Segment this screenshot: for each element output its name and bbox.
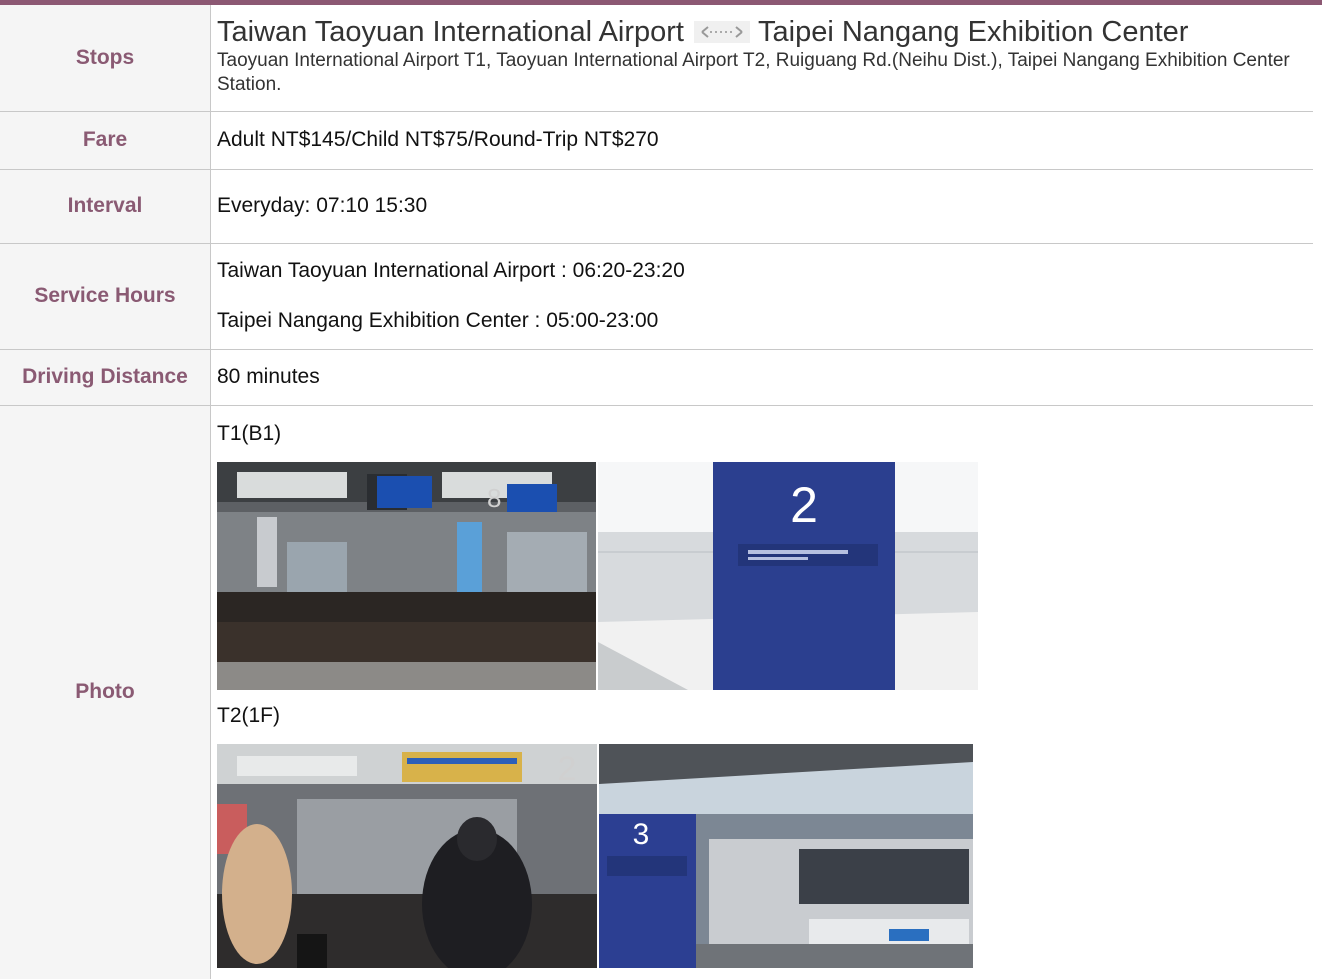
platform-sign-number: 2 <box>790 477 818 533</box>
service-hours-airport: Taiwan Taoyuan International Airport : 0… <box>217 259 685 282</box>
counter-sign-number: 2 <box>558 750 577 788</box>
label-interval: Interval <box>0 169 211 243</box>
row-service-hours: Service Hours Taiwan Taoyuan Internation… <box>0 243 1313 349</box>
label-fare: Fare <box>0 111 211 169</box>
value-photo: T1(B1) 7 8 <box>211 405 1314 979</box>
photo-t2-bus: 3 <box>599 743 973 968</box>
route-origin: Taiwan Taoyuan International Airport <box>217 15 684 48</box>
label-photo: Photo <box>0 405 211 979</box>
service-hours-nangang: Taipei Nangang Exhibition Center : 05:00… <box>217 309 659 332</box>
photo-t2-counter: 2 <box>217 743 597 968</box>
label-driving-distance: Driving Distance <box>0 349 211 405</box>
bus-platform-number: 3 <box>633 818 650 851</box>
value-service-hours: Taiwan Taoyuan International Airport : 0… <box>211 243 1314 349</box>
stops-list: Taoyuan International Airport T1, Taoyua… <box>217 49 1290 95</box>
value-stops: Taiwan Taoyuan International Airport Tai… <box>211 5 1314 111</box>
photo-row-t2: 2 3 <box>217 743 1313 968</box>
row-driving-distance: Driving Distance 80 minutes <box>0 349 1313 405</box>
route-destination: Taipei Nangang Exhibition Center <box>758 15 1189 48</box>
caption-t2: T2(1F) <box>217 703 280 727</box>
row-photo: Photo T1(B1) 7 8 <box>0 405 1313 979</box>
route-title: Taiwan Taoyuan International Airport Tai… <box>217 15 1313 49</box>
photo-t1-counter: 7 8 <box>217 461 596 690</box>
photo-row-t1: 7 8 <box>217 461 1313 690</box>
caption-t1: T1(B1) <box>217 421 282 445</box>
value-driving-distance: 80 minutes <box>217 365 320 388</box>
page: Stops Taiwan Taoyuan International Airpo… <box>0 0 1322 979</box>
value-fare: Adult NT$145/Child NT$75/Round-Trip NT$2… <box>217 128 659 151</box>
value-interval: Everyday: 07:10 15:30 <box>217 194 428 217</box>
label-service-hours: Service Hours <box>0 243 211 349</box>
label-stops: Stops <box>0 5 211 111</box>
row-stops: Stops Taiwan Taoyuan International Airpo… <box>0 5 1313 111</box>
counter-number-8: 8 <box>487 483 501 513</box>
row-fare: Fare Adult NT$145/Child NT$75/Round-Trip… <box>0 111 1313 169</box>
bidirectional-arrow-icon <box>694 20 750 43</box>
row-interval: Interval Everyday: 07:10 15:30 <box>0 169 1313 243</box>
route-info-table: Stops Taiwan Taoyuan International Airpo… <box>0 5 1313 979</box>
photo-t1-platform: 2 <box>598 461 978 690</box>
